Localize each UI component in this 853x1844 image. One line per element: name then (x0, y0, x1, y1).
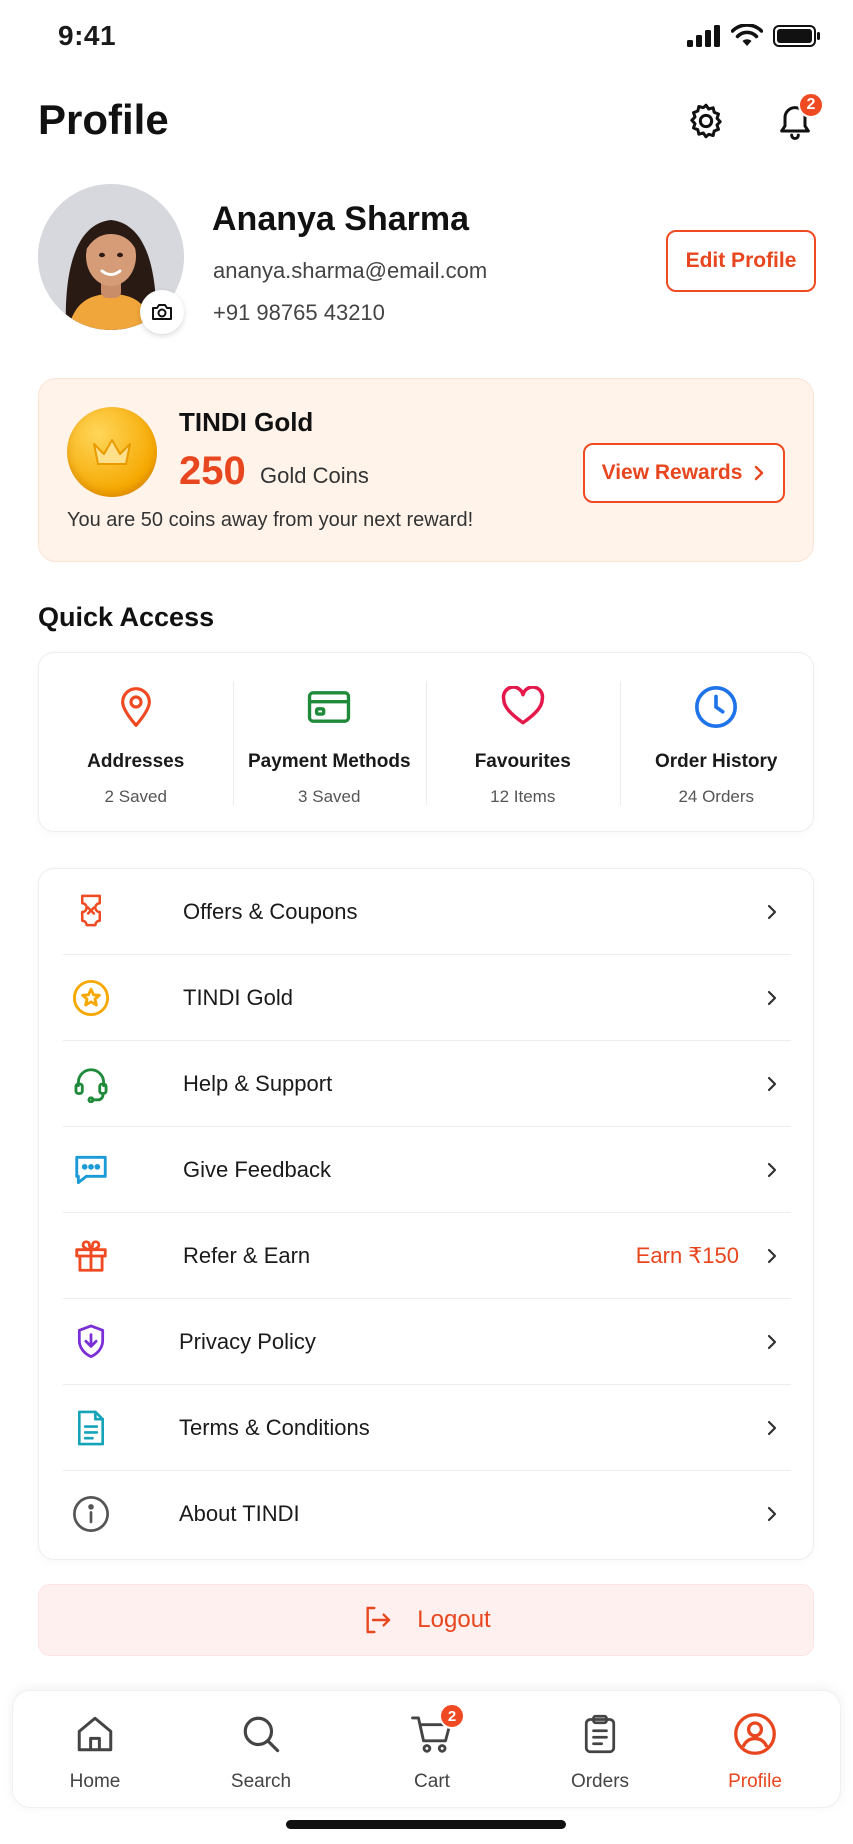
nav-label: Cart (414, 1771, 450, 1792)
card-icon (308, 691, 351, 723)
chevron-right-icon (755, 465, 764, 481)
logout-button[interactable]: Logout (38, 1584, 814, 1656)
coupon-icon (80, 894, 102, 927)
nav-label: Home (69, 1771, 121, 1792)
nav-orders[interactable]: Orders (540, 1711, 660, 1793)
user-circle-icon (734, 1713, 776, 1755)
nav-cart[interactable]: 2 Cart (372, 1703, 492, 1793)
notifications-button[interactable]: 2 (770, 92, 824, 146)
quick-access-label: Order History (655, 751, 778, 772)
cart-badge: 2 (439, 1703, 465, 1729)
quick-access-payment-methods[interactable]: Payment Methods 3 Saved (232, 653, 427, 831)
chevron-right-icon (767, 1076, 777, 1092)
menu-item-give-feedback[interactable]: Give Feedback (63, 1127, 791, 1213)
quick-access-label: Addresses (87, 751, 185, 772)
gold-coin-icon (67, 407, 157, 497)
battery-icon (773, 25, 820, 47)
chevron-right-icon (767, 990, 777, 1006)
nav-label: Orders (570, 1771, 630, 1792)
gold-reward-note: You are 50 coins away from your next rew… (67, 509, 474, 531)
quick-access-sub: 3 Saved (298, 787, 361, 806)
gold-coin-count: 250 (179, 449, 246, 493)
user-name: Ananya Sharma (212, 200, 469, 238)
bottom-nav: Home Search 2 Cart Orders Profile (12, 1690, 841, 1808)
chat-icon (75, 1155, 107, 1185)
user-phone: +91 98765 43210 (213, 300, 385, 325)
menu-list: Offers & Coupons TINDI Gold Help & Suppo… (38, 868, 814, 1560)
logout-icon (366, 1606, 391, 1634)
quick-access-label: Favourites (474, 751, 571, 772)
menu-item-refer-earn[interactable]: Refer & Earn Earn ₹150 (63, 1213, 791, 1299)
menu-item-about[interactable]: About TINDI (63, 1471, 791, 1557)
menu-item-offers-coupons[interactable]: Offers & Coupons (63, 869, 791, 955)
menu-item-privacy-policy[interactable]: Privacy Policy (63, 1299, 791, 1385)
search-icon (243, 1716, 280, 1753)
home-icon (77, 1716, 113, 1752)
menu-item-label: Privacy Policy (179, 1329, 316, 1354)
menu-item-label: Give Feedback (183, 1157, 331, 1182)
nav-home[interactable]: Home (35, 1711, 155, 1793)
status-time: 9:41 (58, 20, 117, 51)
menu-item-label: TINDI Gold (183, 985, 294, 1010)
change-photo-button[interactable] (140, 290, 184, 334)
chevron-right-icon (767, 904, 777, 920)
signal-icon (687, 25, 720, 47)
document-icon (77, 1410, 105, 1446)
nav-label: Profile (728, 1771, 782, 1792)
clock-icon (695, 686, 738, 728)
quick-access-label: Payment Methods (247, 751, 411, 772)
notification-badge: 2 (798, 92, 824, 118)
quick-access-title: Quick Access (38, 602, 215, 632)
menu-item-tindi-gold[interactable]: TINDI Gold (63, 955, 791, 1041)
gear-icon (690, 103, 722, 139)
chevron-right-icon (767, 1420, 777, 1436)
quick-access-favourites[interactable]: Favourites 12 Items (426, 653, 620, 831)
menu-item-label: Refer & Earn (183, 1243, 311, 1268)
info-icon (73, 1496, 109, 1532)
gold-rewards-card: TINDI Gold 250 Gold Coins You are 50 coi… (38, 378, 814, 562)
nav-search[interactable]: Search (201, 1711, 321, 1793)
quick-access-addresses[interactable]: Addresses 2 Saved (39, 653, 233, 831)
menu-item-help-support[interactable]: Help & Support (63, 1041, 791, 1127)
gold-coin-unit: Gold Coins (260, 463, 369, 488)
menu-item-label: Help & Support (183, 1071, 333, 1096)
logout-label: Logout (417, 1606, 491, 1633)
quick-access-sub: 2 Saved (104, 787, 167, 806)
chevron-right-icon (767, 1162, 777, 1178)
headset-icon (74, 1068, 108, 1103)
gold-title: TINDI Gold (179, 407, 314, 437)
shield-icon (77, 1324, 105, 1359)
menu-item-terms-conditions[interactable]: Terms & Conditions (63, 1385, 791, 1471)
heart-icon (501, 686, 544, 725)
quick-access-sub: 24 Orders (678, 787, 755, 806)
status-icons (687, 24, 821, 48)
menu-item-label: Offers & Coupons (183, 899, 358, 924)
page-title: Profile (38, 96, 169, 143)
chevron-right-icon (767, 1506, 777, 1522)
quick-access-order-history[interactable]: Order History 24 Orders (619, 653, 814, 831)
star-icon (72, 979, 110, 1017)
user-email: ananya.sharma@email.com (213, 258, 488, 283)
view-rewards-button[interactable]: View Rewards (583, 443, 785, 503)
menu-item-label: About TINDI (179, 1501, 300, 1526)
camera-icon (152, 304, 172, 320)
crown-icon (93, 439, 131, 465)
chevron-right-icon (767, 1248, 777, 1264)
wifi-icon (731, 24, 763, 46)
view-rewards-label: View Rewards (601, 461, 743, 484)
quick-access-sub: 12 Items (490, 787, 556, 806)
home-indicator[interactable] (286, 1820, 566, 1829)
menu-item-label: Terms & Conditions (179, 1415, 370, 1440)
nav-profile[interactable]: Profile (695, 1711, 815, 1793)
chevron-right-icon (767, 1334, 777, 1350)
quick-access-card: Addresses 2 Saved Payment Methods 3 Save… (38, 652, 814, 832)
nav-label: Search (230, 1771, 292, 1792)
clipboard-icon (584, 1714, 616, 1754)
edit-profile-button[interactable]: Edit Profile (666, 230, 816, 292)
gift-icon (75, 1240, 107, 1272)
map-pin-icon (120, 687, 151, 727)
status-bar: 9:41 (0, 0, 853, 76)
refer-earn-amount: Earn ₹150 (635, 1243, 739, 1268)
settings-button[interactable] (681, 96, 731, 146)
